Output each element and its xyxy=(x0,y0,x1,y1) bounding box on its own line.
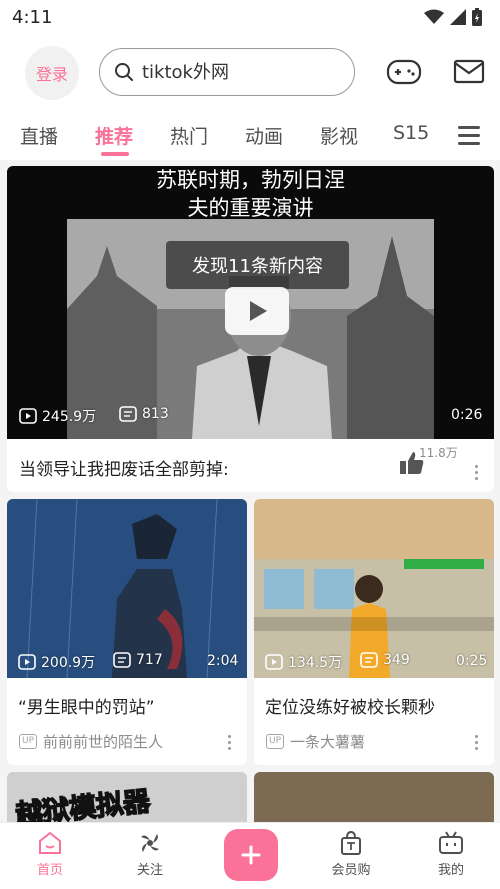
video-card[interactable]: 200.9万 717 2:04 “男生眼中的罚站” UP 前前前世的陌生人 xyxy=(7,499,247,765)
nav-profile[interactable]: 我的 xyxy=(421,831,481,878)
bottom-navigation: 首页 关注 会员购 我的 xyxy=(0,822,500,889)
featured-title[interactable]: 当领导让我把废话全部剪掉: xyxy=(19,455,229,480)
caption-line-1: 苏联时期，勃列日涅 xyxy=(156,168,345,192)
tv-icon xyxy=(439,831,463,854)
nav-profile-label: 我的 xyxy=(437,863,464,878)
nav-mall-label: 会员购 xyxy=(331,863,371,878)
view-count: 245.9万 xyxy=(19,406,96,426)
tab-film[interactable]: 影视 xyxy=(320,122,358,149)
nav-following[interactable]: 关注 xyxy=(120,831,180,878)
status-bar: 4:11 xyxy=(0,0,500,34)
status-time: 4:11 xyxy=(12,6,53,28)
view-count-text: 134.5万 xyxy=(288,655,343,671)
play-button[interactable] xyxy=(225,287,289,335)
top-header: 登录 xyxy=(0,34,500,110)
tab-live[interactable]: 直播 xyxy=(20,122,58,149)
danmaku-count-text: 717 xyxy=(136,652,163,668)
battery-icon xyxy=(472,8,482,26)
home-icon xyxy=(39,831,61,854)
danmaku-count: 813 xyxy=(119,406,169,422)
tab-hot[interactable]: 热门 xyxy=(170,122,208,149)
video-thumbnail[interactable]: 200.9万 717 2:04 xyxy=(7,499,247,678)
signal-icon xyxy=(450,9,466,25)
video-card-partial[interactable]: 越狱模拟器 xyxy=(7,772,247,822)
danmaku-count: 349 xyxy=(360,652,410,668)
view-count-text: 200.9万 xyxy=(41,655,96,671)
danmaku-icon xyxy=(119,406,137,422)
nav-home[interactable]: 首页 xyxy=(20,831,80,878)
like-count: 11.8万 xyxy=(419,446,458,460)
status-icons xyxy=(424,8,482,26)
publish-button[interactable] xyxy=(224,829,278,881)
danmaku-count-text: 349 xyxy=(383,652,410,668)
play-count-icon xyxy=(19,408,37,424)
mail-icon[interactable] xyxy=(453,58,485,86)
duration: 2:04 xyxy=(207,653,239,669)
channel-menu-icon[interactable] xyxy=(458,126,480,146)
view-count-text: 245.9万 xyxy=(42,409,97,425)
nav-mall[interactable]: 会员购 xyxy=(321,831,381,878)
up-badge: UP xyxy=(19,734,38,749)
featured-thumbnail[interactable]: 苏联时期，勃列日涅 夫的重要演讲 发现11条新内容 245.9万 813 0:2… xyxy=(7,166,494,439)
featured-video-card[interactable]: 苏联时期，勃列日涅 夫的重要演讲 发现11条新内容 245.9万 813 0:2… xyxy=(7,166,494,492)
shopping-bag-icon xyxy=(341,831,361,855)
video-title[interactable]: 定位没练好被校长颗秒 xyxy=(265,693,435,718)
partial-card-caption: 越狱模拟器 xyxy=(13,785,152,822)
author-name: 一条大薯薯 xyxy=(290,733,366,751)
caption-line-2: 夫的重要演讲 xyxy=(187,196,314,220)
more-options-icon[interactable] xyxy=(475,465,479,483)
game-controller-icon[interactable] xyxy=(386,56,422,88)
play-icon xyxy=(250,301,267,321)
author-name: 前前前世的陌生人 xyxy=(43,733,164,751)
up-badge: UP xyxy=(266,734,285,749)
new-content-toast: 发现11条新内容 xyxy=(166,241,349,289)
login-avatar-button[interactable]: 登录 xyxy=(25,46,79,100)
plus-icon xyxy=(241,845,261,865)
video-card[interactable]: 134.5万 349 0:25 定位没练好被校长颗秒 UP 一条大薯薯 xyxy=(254,499,494,765)
login-label: 登录 xyxy=(35,65,68,84)
view-count: 200.9万 xyxy=(18,652,95,672)
author[interactable]: UP 一条大薯薯 xyxy=(266,731,365,752)
nav-following-label: 关注 xyxy=(136,863,163,878)
danmaku-icon xyxy=(113,652,131,668)
following-icon xyxy=(141,834,159,852)
video-feed[interactable]: 苏联时期，勃列日涅 夫的重要演讲 发现11条新内容 245.9万 813 0:2… xyxy=(0,160,500,822)
search-icon xyxy=(115,63,133,81)
play-count-icon xyxy=(265,654,283,670)
video-card-partial[interactable] xyxy=(254,772,494,822)
nav-home-label: 首页 xyxy=(36,863,63,878)
channel-tabs: 直播 推荐 热门 动画 影视 S15 xyxy=(0,110,500,160)
active-tab-indicator xyxy=(101,152,129,156)
duration: 0:26 xyxy=(451,407,483,423)
video-title[interactable]: “男生眼中的罚站” xyxy=(18,693,155,718)
view-count: 134.5万 xyxy=(265,652,342,672)
danmaku-count-text: 813 xyxy=(142,406,169,422)
duration: 0:25 xyxy=(456,653,488,669)
tab-recommend[interactable]: 推荐 xyxy=(95,122,133,149)
tab-animation[interactable]: 动画 xyxy=(245,122,283,149)
danmaku-count: 717 xyxy=(113,652,163,668)
search-input[interactable] xyxy=(142,61,332,83)
featured-overlay-caption: 苏联时期，勃列日涅 夫的重要演讲 xyxy=(7,166,494,222)
author[interactable]: UP 前前前世的陌生人 xyxy=(19,731,163,752)
play-count-icon xyxy=(18,654,36,670)
video-thumbnail[interactable]: 134.5万 349 0:25 xyxy=(254,499,494,678)
wifi-icon xyxy=(424,9,444,24)
more-options-icon[interactable] xyxy=(228,735,232,753)
more-options-icon[interactable] xyxy=(475,735,479,753)
search-box[interactable] xyxy=(99,48,355,96)
tab-s15[interactable]: S15 xyxy=(393,122,429,144)
danmaku-icon xyxy=(360,652,378,668)
